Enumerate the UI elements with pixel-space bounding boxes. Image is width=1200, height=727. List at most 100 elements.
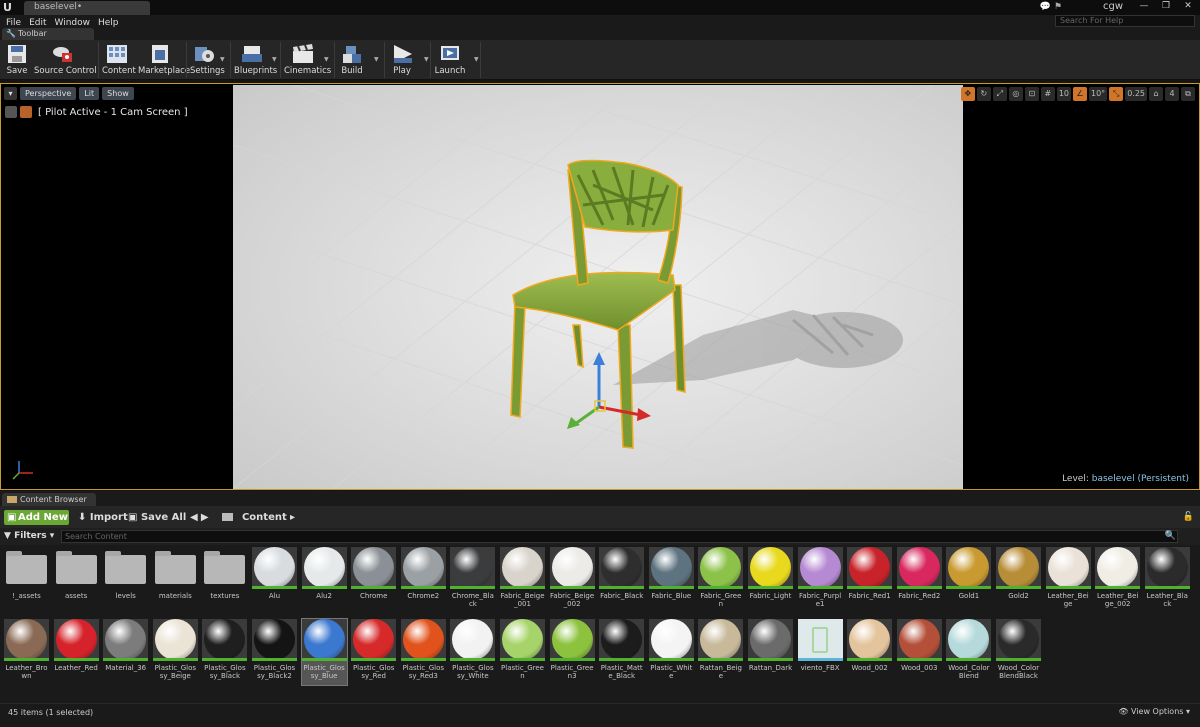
- search-content-input[interactable]: Search Content: [61, 530, 1178, 543]
- settings-button[interactable]: Settings ▼: [190, 42, 225, 78]
- asset-item[interactable]: Fabric_Red1: [847, 547, 893, 613]
- import-button[interactable]: ⬇ Import: [78, 510, 128, 525]
- asset-item[interactable]: Plastic_Matte_Black: [599, 619, 645, 685]
- build-dropdown-icon[interactable]: ▼: [374, 56, 379, 63]
- asset-item[interactable]: Fabric_Black: [599, 547, 645, 613]
- blueprints-button[interactable]: Blueprints ▼: [234, 42, 277, 78]
- level-viewport[interactable]: ▾ Perspective Lit Show [ Pilot Active - …: [0, 83, 1200, 490]
- asset-item[interactable]: Leather_Beige: [1045, 547, 1091, 613]
- minimize-icon[interactable]: —: [1134, 0, 1154, 13]
- asset-item[interactable]: Fabric_Light: [748, 547, 793, 613]
- asset-item[interactable]: Plastic_Green: [500, 619, 545, 685]
- forward-arrow-icon[interactable]: ▶: [201, 512, 209, 523]
- asset-item[interactable]: Rattan_Beige: [698, 619, 744, 685]
- asset-item[interactable]: Chrome_Black: [450, 547, 496, 613]
- perspective-button[interactable]: Perspective: [20, 87, 77, 100]
- camera-speed-icon[interactable]: ⌂: [1149, 87, 1163, 101]
- back-arrow-icon[interactable]: ◀: [190, 512, 198, 523]
- folder-item[interactable]: levels: [103, 547, 148, 613]
- asset-item[interactable]: Leather_Brown: [4, 619, 49, 685]
- asset-item[interactable]: Plastic_Glossy_Beige: [152, 619, 198, 685]
- grid-snap-value[interactable]: 10: [1056, 87, 1071, 101]
- folder-item[interactable]: materials: [153, 547, 198, 613]
- asset-item[interactable]: Plastic_Glossy_Black: [202, 619, 248, 685]
- rotation-snap-value[interactable]: 10°: [1089, 87, 1108, 101]
- camera-speed-value[interactable]: 4: [1165, 87, 1179, 101]
- asset-item[interactable]: Plastic_White: [648, 619, 694, 685]
- asset-item[interactable]: Wood_002: [847, 619, 893, 685]
- asset-item[interactable]: Wood_003: [896, 619, 942, 685]
- asset-item[interactable]: Leather_Beige_002: [1095, 547, 1141, 613]
- notification-icons[interactable]: 💬 ⚑: [1040, 2, 1062, 12]
- launch-dropdown-icon[interactable]: ▼: [474, 56, 479, 63]
- marketplace-button[interactable]: Marketplace: [138, 42, 190, 78]
- rotate-mode-icon[interactable]: ↻: [976, 87, 991, 101]
- eject-icon[interactable]: [5, 106, 17, 118]
- search-icon[interactable]: 🔍: [1165, 531, 1176, 541]
- asset-item[interactable]: Plastic_Glossy_Red3: [400, 619, 446, 685]
- asset-item[interactable]: Plastic_Glossy_Red: [351, 619, 397, 685]
- asset-item[interactable]: Alu: [252, 547, 297, 613]
- asset-item[interactable]: Fabric_Beige_002: [549, 547, 595, 613]
- save-all-button[interactable]: ▣ Save All: [128, 510, 186, 525]
- asset-item[interactable]: Wood_Color BlendBlack: [996, 619, 1041, 685]
- asset-item[interactable]: Gold1: [946, 547, 992, 613]
- viewport-scene[interactable]: [233, 85, 963, 489]
- save-button[interactable]: Save: [4, 42, 30, 78]
- folder-item[interactable]: assets: [54, 547, 99, 613]
- content-button[interactable]: Content: [102, 42, 136, 78]
- asset-item[interactable]: Chrome: [351, 547, 397, 613]
- show-button[interactable]: Show: [102, 87, 134, 100]
- close-icon[interactable]: ✕: [1178, 0, 1198, 13]
- asset-item[interactable]: Fabric_Beige_001: [500, 547, 545, 613]
- add-new-button[interactable]: ▣ Add New ▾: [4, 510, 69, 538]
- maximize-viewport-icon[interactable]: ⧉: [1181, 87, 1195, 101]
- path-chevron-icon[interactable]: ▸: [290, 512, 295, 523]
- build-button[interactable]: Build ▼: [338, 42, 379, 78]
- cinematics-dropdown-icon[interactable]: ▼: [324, 56, 329, 63]
- folder-item[interactable]: textures: [202, 547, 247, 613]
- rotation-snap-icon[interactable]: ∠: [1073, 87, 1087, 101]
- asset-item[interactable]: Gold2: [996, 547, 1041, 613]
- path-content[interactable]: Content: [242, 512, 287, 523]
- asset-item[interactable]: Wood_Color Blend: [946, 619, 992, 685]
- surface-snap-icon[interactable]: ⊡: [1024, 87, 1039, 101]
- lit-button[interactable]: Lit: [79, 87, 100, 100]
- asset-item[interactable]: Chrome2: [400, 547, 446, 613]
- scale-snap-value[interactable]: 0.25: [1125, 87, 1147, 101]
- translate-mode-icon[interactable]: ✥: [960, 87, 975, 101]
- source-control-button[interactable]: Source Control ▼: [34, 42, 123, 78]
- asset-item[interactable]: Alu2: [301, 547, 347, 613]
- asset-item[interactable]: Rattan_Dark: [748, 619, 793, 685]
- asset-item[interactable]: Fabric_Red2: [896, 547, 942, 613]
- asset-item[interactable]: Plastic_Glossy_White: [450, 619, 496, 685]
- folder-item[interactable]: !_assets: [4, 547, 49, 613]
- asset-item[interactable]: Fabric_Green: [698, 547, 744, 613]
- asset-item[interactable]: viento_FBX: [797, 619, 843, 685]
- view-options-button[interactable]: 👁 View Options ▾: [1118, 707, 1190, 716]
- asset-item[interactable]: Leather_Black: [1144, 547, 1190, 613]
- grid-snap-icon[interactable]: #: [1040, 87, 1055, 101]
- asset-item[interactable]: Plastic_Glossy_Black2: [252, 619, 297, 685]
- play-button[interactable]: Play ▼: [388, 42, 429, 78]
- launch-button[interactable]: Launch ▼: [434, 42, 479, 78]
- level-document-tab[interactable]: baselevel•: [24, 1, 150, 15]
- content-browser-tab[interactable]: Content Browser: [2, 493, 96, 506]
- scale-snap-icon[interactable]: ⤡: [1109, 87, 1124, 101]
- asset-item[interactable]: Plastic_Green3: [549, 619, 595, 685]
- scale-mode-icon[interactable]: ⤢: [992, 87, 1007, 101]
- cinematics-button[interactable]: Cinematics ▼: [284, 42, 331, 78]
- asset-item[interactable]: Material_36: [103, 619, 149, 685]
- help-search-input[interactable]: Search For Help: [1055, 15, 1195, 27]
- viewport-options-dropdown-icon[interactable]: ▾: [4, 87, 17, 100]
- asset-item[interactable]: Plastic_Glossy_Blue: [300, 618, 348, 686]
- world-local-icon[interactable]: ◎: [1008, 87, 1023, 101]
- maximize-icon[interactable]: ❐: [1156, 0, 1176, 13]
- lock-icon[interactable]: 🔓: [1183, 512, 1194, 522]
- settings-dropdown-icon[interactable]: ▼: [220, 56, 225, 63]
- asset-item[interactable]: Leather_Red: [53, 619, 99, 685]
- blueprints-dropdown-icon[interactable]: ▼: [272, 56, 277, 63]
- play-dropdown-icon[interactable]: ▼: [424, 56, 429, 63]
- asset-item[interactable]: Fabric_Blue: [648, 547, 694, 613]
- toolbar-tab[interactable]: 🔧 Toolbar: [2, 28, 94, 40]
